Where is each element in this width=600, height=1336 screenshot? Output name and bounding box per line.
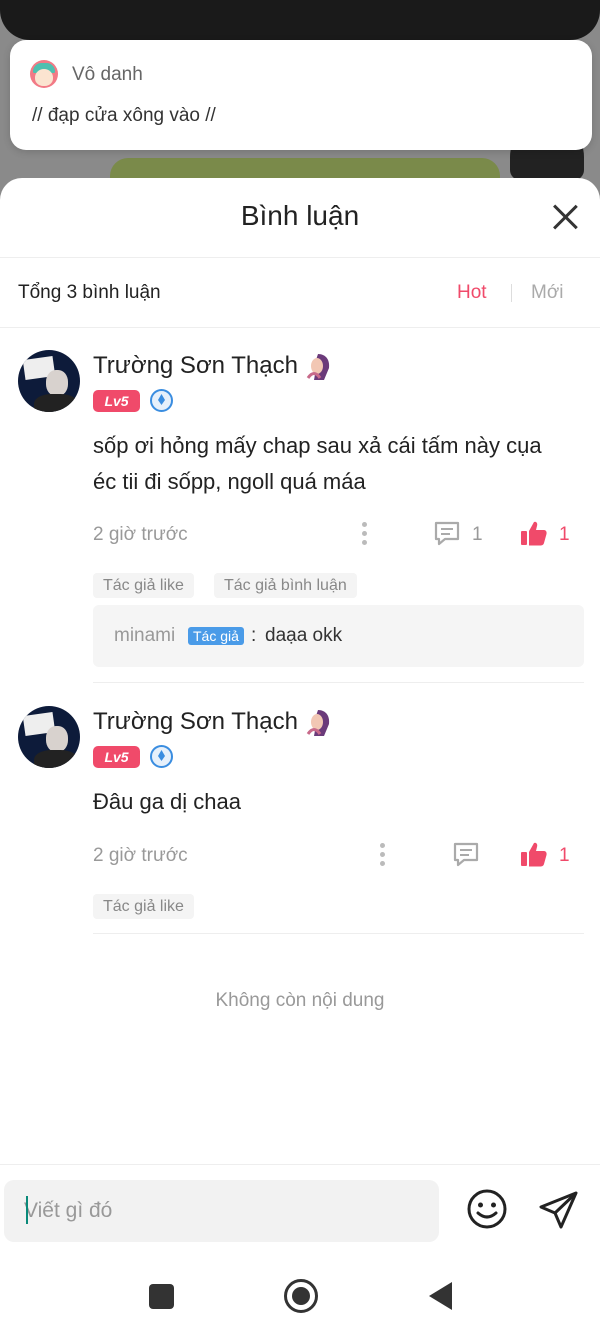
comment-text: sốp ơi hỏng mấy chap sau xả cái tấm này … — [93, 433, 542, 494]
close-icon[interactable] — [550, 202, 580, 232]
level-badge: Lv5 — [93, 746, 140, 768]
sheet-title: Bình luận — [240, 200, 360, 231]
author-badge: Tác giả — [188, 627, 244, 645]
reply-count: 1 — [472, 524, 483, 545]
comment-text: Đâu ga dị chaa — [93, 789, 241, 814]
comments-sheet: Bình luận Tổng 3 bình luận Hot Mới Trườn… — [0, 178, 600, 1336]
sort-new-tab[interactable]: Mới — [531, 282, 564, 304]
notification-avatar — [30, 60, 58, 88]
verified-icon — [150, 389, 173, 412]
comment-composer — [0, 1164, 600, 1246]
smiley-icon[interactable] — [466, 1188, 508, 1230]
avatar[interactable] — [18, 350, 80, 412]
text-caret — [26, 1196, 28, 1224]
sort-divider — [511, 284, 512, 302]
comment-author[interactable]: Trường Sơn Thạch — [93, 708, 298, 736]
comment-total: Tổng 3 bình luận — [18, 282, 161, 303]
verified-icon — [150, 745, 173, 768]
thumbs-up-icon[interactable] — [520, 840, 548, 868]
sort-bar: Tổng 3 bình luận Hot Mới — [0, 258, 600, 328]
comment-author[interactable]: Trường Sơn Thạch — [93, 352, 298, 380]
background-topbar — [0, 0, 600, 40]
reply-text: daạa okk — [265, 625, 343, 646]
end-of-content: Không còn nội dung — [215, 990, 385, 1011]
avatar-flair-icon — [304, 352, 332, 382]
sheet-header: Bình luận — [0, 178, 600, 258]
notification-message: // đạp cửa xông vào // — [32, 105, 216, 126]
author-replied-tag: Tác giả bình luận — [214, 573, 357, 598]
author-liked-tag: Tác giả like — [93, 573, 194, 598]
recent-apps-icon[interactable] — [149, 1284, 174, 1309]
more-vertical-icon[interactable] — [380, 843, 386, 869]
notification-sender: Vô danh — [72, 64, 143, 85]
level-badge: Lv5 — [93, 390, 140, 412]
system-nav-bar — [0, 1250, 600, 1336]
author-liked-tag: Tác giả like — [93, 894, 194, 919]
author-reply[interactable]: minami Tác giả : daạa okk — [93, 605, 584, 667]
comment-divider — [93, 933, 584, 934]
comment-input[interactable] — [4, 1180, 439, 1242]
thumbs-up-icon[interactable] — [520, 519, 548, 547]
like-count: 1 — [559, 524, 570, 545]
sort-hot-tab[interactable]: Hot — [457, 282, 487, 304]
comment-time: 2 giờ trước — [93, 524, 188, 545]
avatar[interactable] — [18, 706, 80, 768]
send-icon[interactable] — [538, 1189, 580, 1231]
comment-input-wrap — [4, 1180, 439, 1242]
like-count: 1 — [559, 845, 570, 866]
more-vertical-icon[interactable] — [362, 522, 368, 548]
comment-time: 2 giờ trước — [93, 845, 188, 866]
reply-user: minami — [114, 625, 176, 646]
notification-banner[interactable]: Vô danh // đạp cửa xông vào // — [10, 40, 592, 150]
back-icon[interactable] — [429, 1282, 452, 1310]
comment-item: Trường Sơn Thạch Lv5 Đâu ga dị chaa 2 gi… — [0, 706, 600, 936]
home-icon[interactable] — [284, 1279, 318, 1313]
comment-icon[interactable] — [433, 520, 461, 546]
reply-colon: : — [251, 625, 257, 646]
avatar-flair-icon — [304, 708, 332, 738]
comment-divider — [93, 682, 584, 683]
comment-icon[interactable] — [452, 841, 480, 867]
comment-item: Trường Sơn Thạch Lv5 sốp ơi hỏng mấy cha… — [0, 350, 600, 683]
